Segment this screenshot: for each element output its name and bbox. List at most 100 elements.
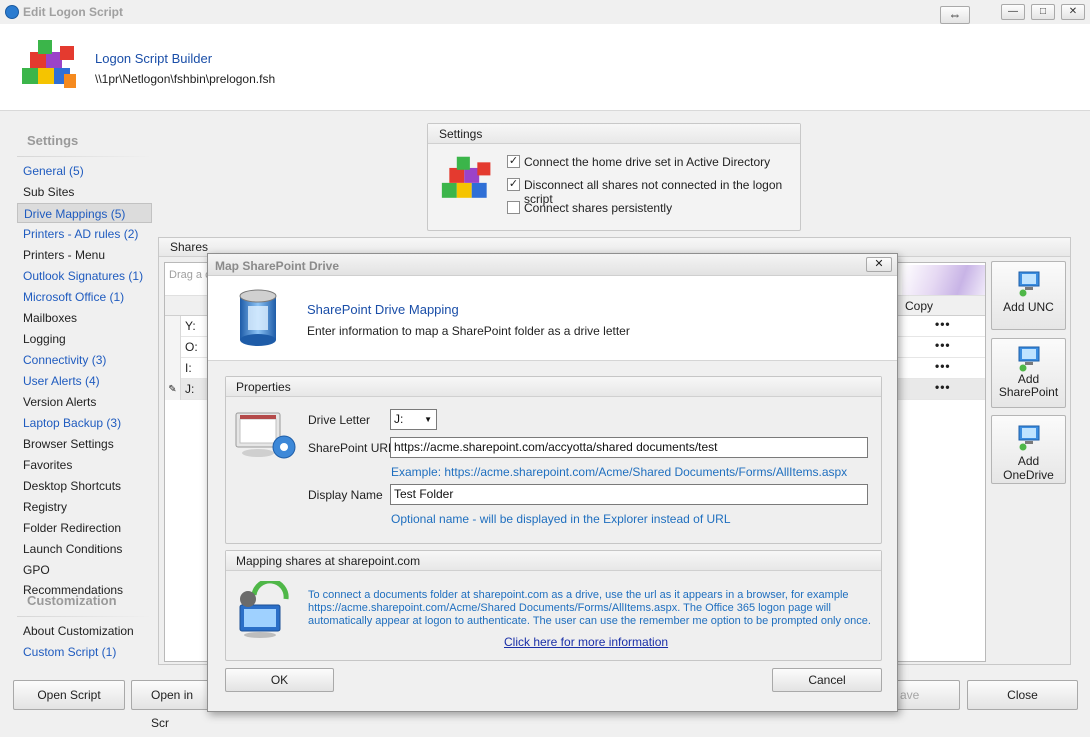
sidebar-item[interactable]: Logging (17, 329, 152, 349)
script-path: \\1pr\Netlogon\fshbin\prelogon.fsh (95, 72, 276, 86)
sidebar-item[interactable]: Version Alerts (17, 392, 152, 412)
url-example-text: Example: https://acme.sharepoint.com/Acm… (391, 465, 848, 479)
row-indicator (165, 316, 181, 337)
dialog-title: Map SharePoint Drive (215, 259, 340, 273)
disconnect-shares-checkbox[interactable]: ✓ (507, 178, 520, 191)
header-title: Logon Script Builder (95, 51, 213, 66)
add-onedrive-button[interactable]: Add OneDrive (991, 415, 1066, 484)
network-computer-icon (1018, 425, 1039, 451)
sidebar-item[interactable]: Mailboxes (17, 308, 152, 328)
dialog-close-button[interactable]: ✕ (866, 257, 892, 272)
drive-letter-value: J: (394, 412, 404, 426)
nav-settings-heading: Settings (27, 133, 79, 148)
sidebar-item[interactable]: Sub Sites (17, 182, 152, 202)
add-unc-button[interactable]: Add UNC (991, 261, 1066, 330)
add-unc-label: Add UNC (1003, 300, 1054, 314)
nav-divider (17, 616, 152, 617)
sharepoint-url-label: SharePoint URL (308, 441, 395, 455)
home-drive-checkbox[interactable]: ✓ (507, 155, 520, 168)
grid-decoration (902, 265, 985, 295)
sidebar-item[interactable]: Connectivity (3) (17, 350, 152, 370)
copy-cell[interactable]: ••• (935, 379, 951, 396)
more-info-link[interactable]: Click here for more information (504, 635, 668, 649)
sidebar-item[interactable]: About Customization (17, 621, 152, 641)
save-button[interactable]: ave (896, 680, 960, 710)
sidebar-item[interactable]: General (5) (17, 161, 152, 181)
maximize-button[interactable]: □ (1031, 4, 1055, 20)
drive-letter-label: Drive Letter (308, 413, 371, 427)
group-drag-hint: Drag a c (169, 269, 211, 281)
network-computer-icon (1018, 271, 1039, 297)
persistent-label: Connect shares persistently (524, 201, 673, 215)
dialog-heading: SharePoint Drive Mapping (307, 302, 459, 317)
row-indicator (165, 358, 181, 379)
window-close-button[interactable]: ✕ (1061, 4, 1085, 20)
drive-cell: O: (185, 340, 198, 354)
settings-group: Settings ✓ Connect the home drive set in… (427, 123, 801, 231)
properties-group: Properties Drive Letter J: ▼ SharePoint … (225, 376, 882, 544)
sidebar-item[interactable]: User Alerts (4) (17, 371, 152, 391)
sidebar-item[interactable]: Desktop Shortcuts (17, 476, 152, 496)
database-icon (239, 289, 277, 346)
chevron-down-icon: ▼ (424, 415, 432, 424)
app-icon (5, 5, 19, 19)
copy-cell[interactable]: ••• (935, 316, 951, 333)
settings-group-title: Settings (428, 124, 800, 144)
nav-divider (17, 156, 152, 157)
sidebar-item[interactable]: Browser Settings (17, 434, 152, 454)
sidebar-item[interactable]: GPO Recommendations (17, 560, 152, 597)
drive-cell: J: (185, 382, 195, 396)
mapping-info-line2: https://acme.sharepoint.com/Acme/Shared … (308, 602, 831, 614)
sidebar-item[interactable]: Custom Script (1) (17, 642, 152, 662)
mapping-info-title: Mapping shares at sharepoint.com (226, 551, 881, 571)
header-banner: Logon Script Builder \\1pr\Netlogon\fshb… (0, 24, 1090, 111)
dialog-title-bar: Map SharePoint Drive ✕ (208, 254, 897, 276)
sharepoint-url-input[interactable]: https://acme.sharepoint.com/accyotta/sha… (390, 437, 868, 458)
home-drive-label: Connect the home drive set in Active Dir… (524, 155, 771, 169)
drive-cell: I: (185, 361, 192, 375)
mapping-info-line3: automatically appear at logon to authent… (308, 615, 871, 627)
display-name-label: Display Name (308, 488, 383, 502)
minimize-button[interactable]: — (1001, 4, 1025, 20)
sidebar-item[interactable]: Printers - Menu (17, 245, 152, 265)
row-indicator (165, 337, 181, 358)
sidebar-item[interactable]: Outlook Signatures (1) (17, 266, 152, 286)
title-bar: Edit Logon Script ⇔ — □ ✕ (0, 0, 1090, 24)
cubes-icon (441, 156, 491, 198)
sidebar-item[interactable]: Folder Redirection (17, 518, 152, 538)
cubes-logo-icon (22, 40, 76, 88)
sidebar-item[interactable]: Registry (17, 497, 152, 517)
persistent-checkbox[interactable] (507, 201, 520, 214)
network-computer-icon (1018, 346, 1039, 372)
sidebar-item[interactable]: Printers - AD rules (2) (17, 224, 152, 244)
dialog-subheading: Enter information to map a SharePoint fo… (307, 324, 630, 338)
sidebar-item[interactable]: Microsoft Office (1) (17, 287, 152, 307)
ok-button[interactable]: OK (225, 668, 334, 692)
copy-cell[interactable]: ••• (935, 358, 951, 375)
display-name-hint: Optional name - will be displayed in the… (391, 512, 731, 526)
sidebar-item[interactable]: Favorites (17, 455, 152, 475)
mapping-info-line1: To connect a documents folder at sharepo… (308, 589, 849, 601)
swap-icon[interactable]: ⇔ (940, 6, 970, 24)
pencil-icon: ✎ (165, 379, 181, 400)
network-sync-icon (239, 581, 289, 638)
window-title: Edit Logon Script (23, 5, 123, 19)
add-onedrive-label: Add OneDrive (1003, 454, 1054, 482)
cancel-button[interactable]: Cancel (772, 668, 882, 692)
map-sharepoint-dialog: Map SharePoint Drive ✕ SharePoint Drive … (207, 253, 898, 712)
close-button[interactable]: Close (967, 680, 1078, 710)
sidebar-item[interactable]: Drive Mappings (5) (17, 203, 152, 223)
copy-cell[interactable]: ••• (935, 337, 951, 354)
copy-column-header[interactable]: Copy (905, 299, 933, 313)
sidebar-item[interactable]: Launch Conditions (17, 539, 152, 559)
open-script-button[interactable]: Open Script (13, 680, 125, 710)
properties-title: Properties (226, 377, 881, 397)
drive-letter-select[interactable]: J: ▼ (390, 409, 437, 430)
sidebar-item[interactable]: Laptop Backup (3) (17, 413, 152, 433)
open-in-button[interactable]: Open in Scr (131, 680, 211, 730)
dialog-header: SharePoint Drive Mapping Enter informati… (208, 276, 897, 361)
display-name-input[interactable]: Test Folder (390, 484, 868, 505)
mapping-info-group: Mapping shares at sharepoint.com To conn… (225, 550, 882, 661)
drive-cell: Y: (185, 319, 196, 333)
add-sharepoint-button[interactable]: Add SharePoint (991, 338, 1066, 408)
